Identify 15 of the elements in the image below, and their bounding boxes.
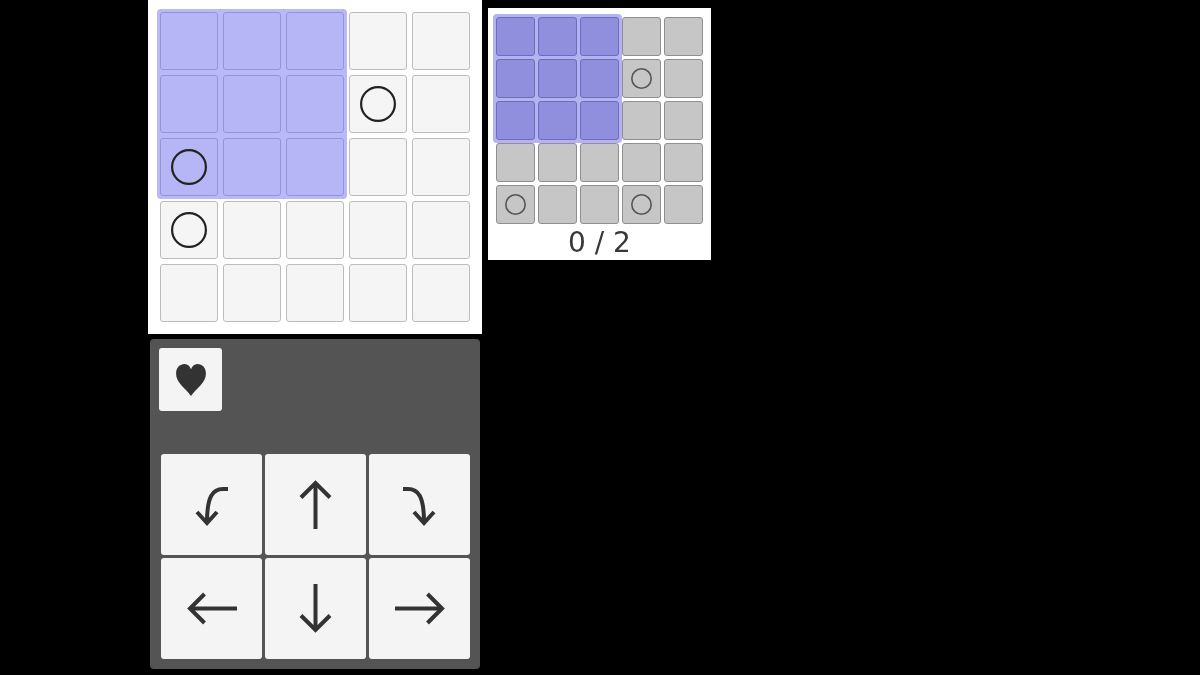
down-arrow-icon — [299, 584, 332, 633]
down-button[interactable] — [265, 558, 366, 659]
left-arrow-icon — [186, 592, 237, 625]
right-arrow-icon — [394, 592, 445, 625]
left-button[interactable] — [161, 558, 262, 659]
rotate-right-button[interactable] — [369, 454, 470, 555]
rotate-left-button[interactable] — [161, 454, 262, 555]
heart-icon — [175, 363, 206, 396]
right-button[interactable] — [369, 558, 470, 659]
heart-button[interactable] — [159, 348, 222, 411]
curved-arrow-icon — [403, 484, 436, 525]
up-button[interactable] — [265, 454, 366, 555]
curved-arrow-icon — [195, 484, 228, 525]
score-counter: 0 / 2 — [568, 225, 631, 260]
up-arrow-icon — [299, 480, 332, 529]
